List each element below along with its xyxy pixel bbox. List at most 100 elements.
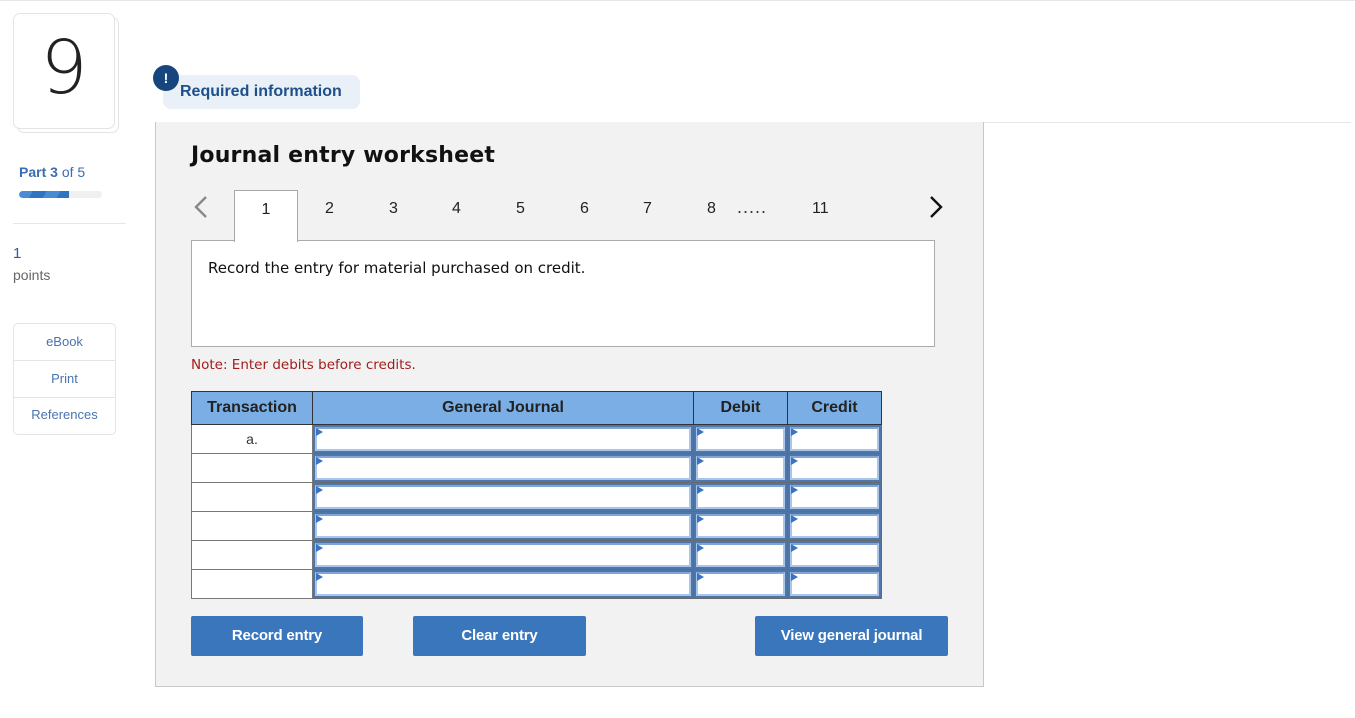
- record-entry-button[interactable]: Record entry: [191, 616, 363, 656]
- debit-field[interactable]: [696, 456, 785, 480]
- account-field[interactable]: [315, 427, 691, 451]
- account-field-cell: [312, 511, 694, 541]
- account-field-cell: [312, 540, 694, 570]
- transaction-cell: [191, 511, 313, 541]
- dropdown-marker-icon: [316, 428, 323, 436]
- debit-field-cell: [693, 540, 788, 570]
- table-row: [191, 569, 882, 599]
- dropdown-marker-icon: [791, 573, 798, 581]
- credit-field[interactable]: [790, 427, 879, 451]
- dropdown-marker-icon: [316, 457, 323, 465]
- part-progress-bar: [19, 191, 102, 198]
- dropdown-marker-icon: [316, 544, 323, 552]
- part-progress-fill: [19, 191, 69, 198]
- header-general-journal: General Journal: [312, 391, 694, 425]
- points-label: points: [13, 267, 51, 283]
- account-field[interactable]: [315, 485, 691, 509]
- tab-11[interactable]: 11: [812, 200, 829, 218]
- journal-entry-table: Transaction General Journal Debit Credit…: [191, 391, 882, 599]
- dropdown-marker-icon: [697, 486, 704, 494]
- resource-links: eBook Print References: [13, 323, 116, 435]
- account-field-cell: [312, 424, 694, 454]
- part-suffix: of 5: [61, 164, 86, 180]
- dropdown-marker-icon: [791, 515, 798, 523]
- debit-field[interactable]: [696, 514, 785, 538]
- table-row: [191, 453, 882, 483]
- debit-field-cell: [693, 453, 788, 483]
- dropdown-marker-icon: [316, 486, 323, 494]
- required-info-label[interactable]: Required information: [180, 83, 342, 101]
- debit-field[interactable]: [696, 427, 785, 451]
- chevron-right-icon[interactable]: [928, 194, 944, 220]
- dropdown-marker-icon: [316, 573, 323, 581]
- clear-entry-button[interactable]: Clear entry: [413, 616, 586, 656]
- transaction-cell: [191, 540, 313, 570]
- table-row: [191, 482, 882, 512]
- ebook-link[interactable]: eBook: [14, 324, 115, 361]
- transaction-cell: [191, 482, 313, 512]
- dropdown-marker-icon: [697, 428, 704, 436]
- header-transaction: Transaction: [191, 391, 313, 425]
- dropdown-marker-icon: [791, 457, 798, 465]
- account-field-cell: [312, 453, 694, 483]
- header-debit: Debit: [693, 391, 788, 425]
- tab-7[interactable]: 7: [643, 200, 652, 218]
- credit-field[interactable]: [790, 485, 879, 509]
- tab-6[interactable]: 6: [580, 200, 589, 218]
- credit-field-cell: [787, 424, 882, 454]
- account-field[interactable]: [315, 572, 691, 596]
- credit-field-cell: [787, 540, 882, 570]
- left-divider: [13, 223, 126, 224]
- tab-label: 1: [261, 201, 271, 218]
- tab-8[interactable]: 8: [707, 200, 716, 218]
- chevron-left-icon[interactable]: [193, 194, 209, 220]
- debit-credit-note: Note: Enter debits before credits.: [191, 357, 416, 373]
- header-credit: Credit: [787, 391, 882, 425]
- instruction-text: Record the entry for material purchased …: [208, 259, 586, 277]
- dropdown-marker-icon: [697, 573, 704, 581]
- question-number-card: 9: [13, 13, 115, 129]
- dropdown-marker-icon: [697, 457, 704, 465]
- tab-5[interactable]: 5: [516, 200, 525, 218]
- references-link[interactable]: References: [14, 398, 115, 434]
- tab-1[interactable]: 1: [234, 190, 298, 242]
- instruction-box: [191, 240, 935, 347]
- question-number: 9: [40, 25, 88, 111]
- account-field-cell: [312, 482, 694, 512]
- debit-field[interactable]: [696, 543, 785, 567]
- account-field[interactable]: [315, 543, 691, 567]
- transaction-cell: a.: [191, 424, 313, 454]
- print-link[interactable]: Print: [14, 361, 115, 398]
- dropdown-marker-icon: [697, 544, 704, 552]
- part-current: 3: [50, 164, 58, 180]
- credit-field[interactable]: [790, 456, 879, 480]
- credit-field[interactable]: [790, 514, 879, 538]
- header-divider: [983, 122, 1351, 123]
- tab-2[interactable]: 2: [325, 200, 334, 218]
- dropdown-marker-icon: [791, 544, 798, 552]
- tab-ellipsis: .....: [737, 197, 768, 217]
- transaction-cell: [191, 569, 313, 599]
- account-field[interactable]: [315, 514, 691, 538]
- credit-field-cell: [787, 482, 882, 512]
- top-divider: [0, 0, 1355, 1]
- account-field[interactable]: [315, 456, 691, 480]
- debit-field-cell: [693, 569, 788, 599]
- view-general-journal-button[interactable]: View general journal: [755, 616, 948, 656]
- debit-field[interactable]: [696, 485, 785, 509]
- tab-4[interactable]: 4: [452, 200, 461, 218]
- account-field-cell: [312, 569, 694, 599]
- debit-field-cell: [693, 424, 788, 454]
- worksheet-title: Journal entry worksheet: [191, 143, 496, 168]
- credit-field[interactable]: [790, 572, 879, 596]
- debit-field-cell: [693, 511, 788, 541]
- exclamation-icon: !: [153, 65, 179, 91]
- points-value: 1: [13, 245, 22, 262]
- debit-field[interactable]: [696, 572, 785, 596]
- dropdown-marker-icon: [697, 515, 704, 523]
- dropdown-marker-icon: [316, 515, 323, 523]
- credit-field[interactable]: [790, 543, 879, 567]
- tab-3[interactable]: 3: [389, 200, 398, 218]
- table-row: [191, 540, 882, 570]
- debit-field-cell: [693, 482, 788, 512]
